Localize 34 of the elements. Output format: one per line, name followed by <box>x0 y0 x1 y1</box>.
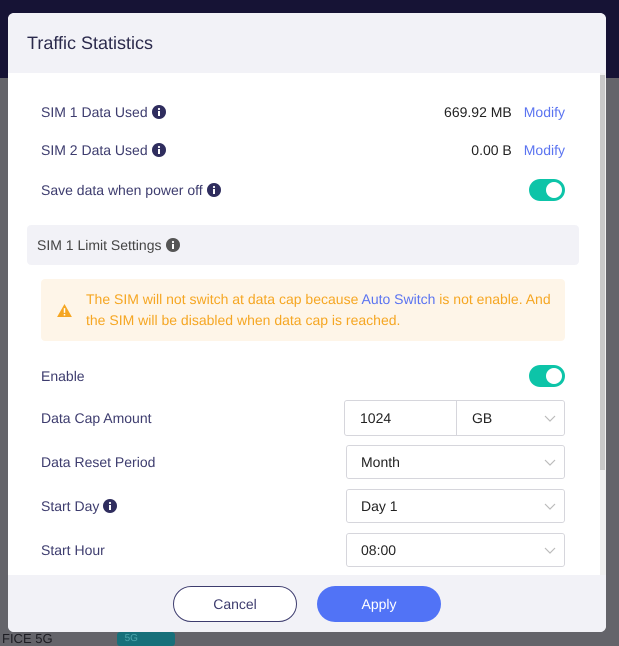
field-label: Start Hour <box>41 542 105 558</box>
modify-link[interactable]: Modify <box>524 104 565 120</box>
info-icon[interactable] <box>206 183 221 197</box>
warning-message: The SIM will not switch at data cap because Auto Switch is not enable. And the SIM will be disabled when data cap is reached. <box>86 290 551 330</box>
chevron-down-icon <box>544 546 556 554</box>
info-icon[interactable] <box>103 499 118 513</box>
field-label: SIM 2 Data Used <box>41 142 148 158</box>
dialog-title: Traffic Statistics <box>27 32 154 54</box>
usage-value: 669.92 MB <box>444 104 512 120</box>
info-icon[interactable] <box>152 105 166 119</box>
info-icon[interactable] <box>166 238 180 252</box>
warning-icon <box>57 304 72 316</box>
field-label: Enable <box>41 368 85 384</box>
info-icon[interactable] <box>152 143 166 157</box>
chevron-down-icon <box>544 458 556 466</box>
toggle-switch[interactable] <box>529 365 565 387</box>
field-label: SIM 1 Data Used <box>41 104 148 120</box>
dropdown-select[interactable]: Day 1 <box>346 489 565 523</box>
field-label: Save data when power off <box>41 182 203 198</box>
dropdown-select[interactable]: Month <box>346 445 565 479</box>
section-title: SIM 1 Limit Settings <box>37 237 162 253</box>
usage-value: 0.00 B <box>471 142 512 158</box>
dropdown-select[interactable]: 08:00 <box>346 533 565 567</box>
scrollbar-thumb[interactable] <box>600 75 605 470</box>
modify-link[interactable]: Modify <box>524 142 565 158</box>
field-label: Start Day <box>41 498 100 514</box>
field-label: Data Cap Amount <box>41 410 152 426</box>
auto-switch-link[interactable]: Auto Switch <box>361 291 436 307</box>
cancel-button[interactable]: Cancel <box>173 586 297 622</box>
apply-button[interactable]: Apply <box>317 586 441 622</box>
device-name: FICE 5G <box>2 632 53 646</box>
chevron-down-icon <box>544 502 556 510</box>
toggle-switch[interactable] <box>529 179 565 201</box>
field-label: Data Reset Period <box>41 454 156 470</box>
